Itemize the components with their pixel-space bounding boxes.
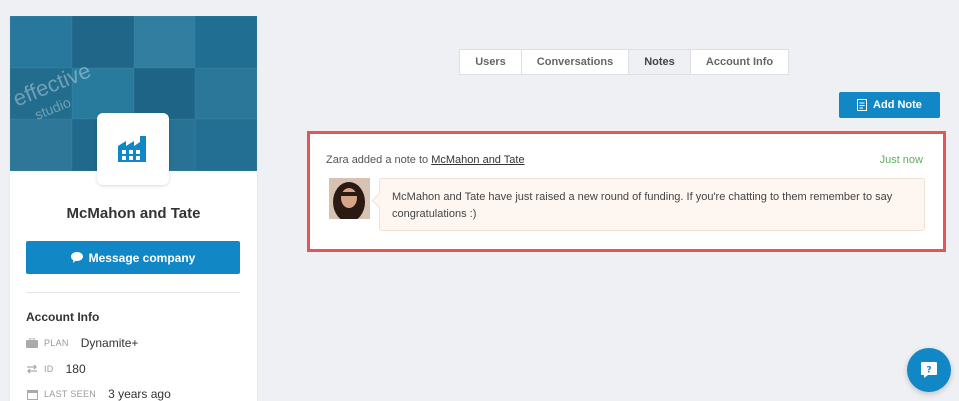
attribute-id: ID 180 [26,362,86,376]
attribute-last-seen: LAST SEEN 3 years ago [26,387,171,401]
factory-icon [118,136,146,162]
account-info-title: Account Info [26,310,100,324]
tab-notes[interactable]: Notes [629,50,691,74]
attribute-label: LAST SEEN [44,389,97,399]
attribute-plan: PLAN Dynamite+ [26,336,138,350]
note-icon [857,99,868,111]
divider [26,292,240,293]
tab-users[interactable]: Users [460,50,522,74]
note-timestamp: Just now [879,154,923,166]
company-name: McMahon and Tate [66,205,201,222]
tab-conversations[interactable]: Conversations [522,50,629,74]
note-body: McMahon and Tate have just raised a new … [379,178,925,231]
briefcase-icon [26,337,38,349]
arrows-icon [26,363,38,375]
note-company-link[interactable]: McMahon and Tate [431,154,524,166]
avatar [329,178,370,219]
chat-launcher-button[interactable]: ? [907,348,951,392]
add-note-button[interactable]: Add Note [839,92,940,118]
attribute-label: PLAN [44,338,69,348]
attribute-value: 180 [65,362,86,376]
attribute-label: ID [44,364,54,374]
message-company-label: Message company [88,250,196,265]
note-author: Zara [326,154,349,166]
tab-bar: Users Conversations Notes Account Info [459,49,789,75]
company-sidebar: effective studio McMahon and Tate Messag… [10,16,257,401]
question-chat-icon: ? [921,362,937,378]
note-header: Zara added a note to McMahon and Tate [326,154,525,166]
message-company-button[interactable]: Message company [26,241,240,274]
note-card: Zara added a note to McMahon and Tate Ju… [307,131,946,252]
svg-text:?: ? [926,366,931,376]
company-logo [97,113,169,185]
calendar-icon [26,388,38,400]
speech-bubble-icon [70,252,83,263]
add-note-label: Add Note [873,99,922,111]
tab-account-info[interactable]: Account Info [691,50,788,74]
attribute-value: 3 years ago [108,387,171,401]
attribute-value: Dynamite+ [80,336,139,350]
note-action: added a note to [351,154,429,166]
